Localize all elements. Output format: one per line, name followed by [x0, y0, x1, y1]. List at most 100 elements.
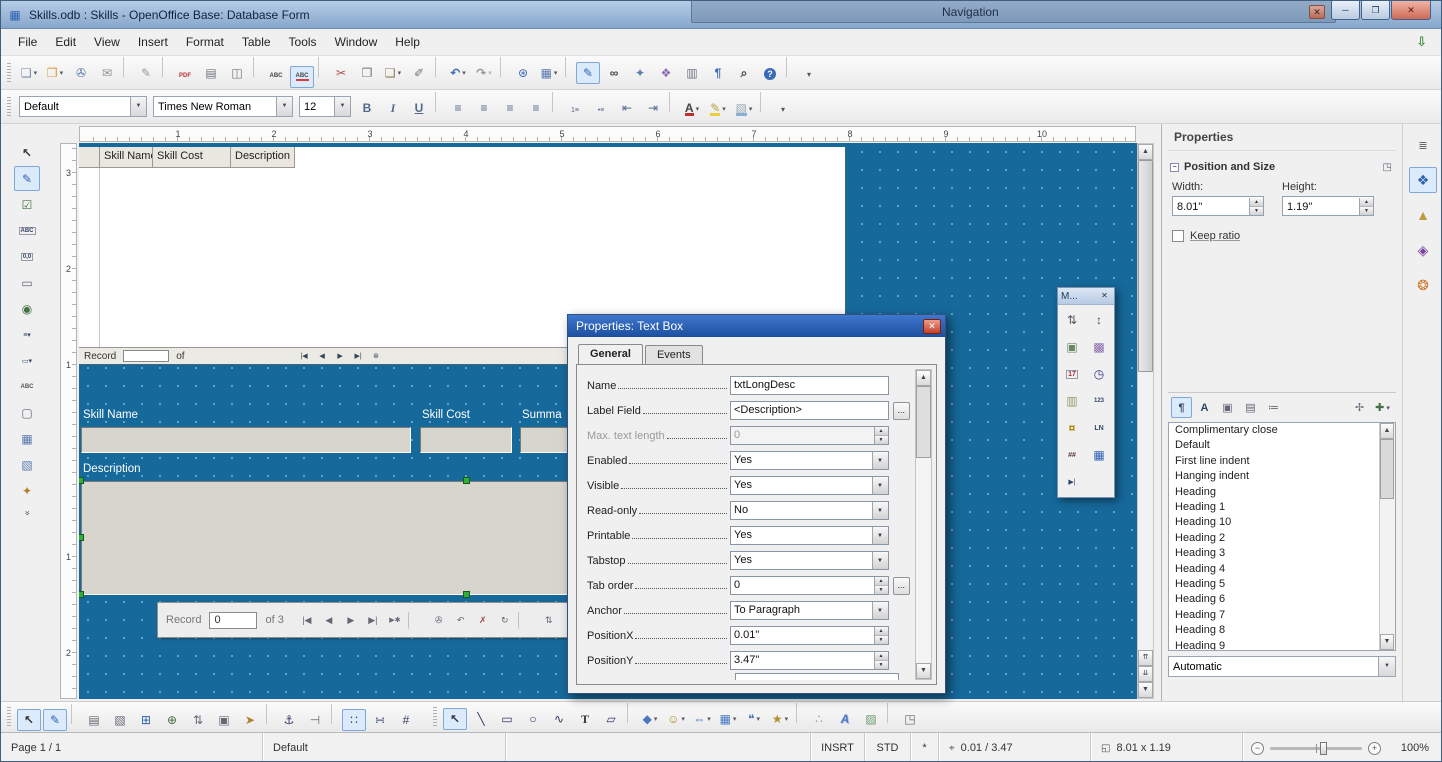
cursor-position-cell[interactable]: ⌖ 0.01 / 3.47 [939, 733, 1091, 762]
callout-icon[interactable]: ▱ [599, 708, 623, 730]
page-styles-icon[interactable]: ▤ [1240, 397, 1261, 418]
points-icon[interactable]: ∴ [807, 708, 831, 730]
style-list-item[interactable]: Heading 9 [1169, 639, 1378, 651]
activation-order-icon[interactable]: ⇅ [186, 709, 210, 731]
vertical-scrollbar[interactable]: ▲ ⇈ ⇊ ▼ [1137, 143, 1154, 699]
new-style-from-selection-icon[interactable]: ✚ [1372, 397, 1393, 418]
delete-record-icon[interactable]: ✗ [474, 612, 492, 629]
increase-indent-icon[interactable]: ⇥ [641, 97, 665, 119]
page-number-cell[interactable]: Page 1 / 1 [1, 733, 263, 762]
select-icon[interactable]: ↖ [443, 708, 467, 730]
edit-file-icon[interactable]: ✎ [134, 62, 158, 84]
dropdown-button[interactable] [872, 552, 888, 569]
file-selection-icon[interactable]: ▥ [1060, 388, 1085, 414]
refresh-icon[interactable]: ↻ [496, 612, 514, 629]
spinner-buttons[interactable] [874, 577, 888, 594]
numeric-field-icon[interactable]: 123 [1087, 388, 1112, 414]
data-sources-icon[interactable]: ▥ [680, 62, 704, 84]
label-field-icon[interactable]: ABC [14, 374, 40, 399]
spinner-buttons[interactable] [874, 427, 888, 444]
keep-ratio-checkbox[interactable] [1172, 230, 1184, 242]
selection-handle[interactable] [79, 591, 84, 598]
property-input[interactable]: Yes [730, 551, 889, 570]
record-number-input[interactable]: 0 [209, 612, 257, 629]
selection-handle[interactable] [79, 477, 84, 484]
styles-list-scrollbar[interactable]: ▲ ▼ [1379, 423, 1395, 650]
new-record-icon[interactable]: ⊛ [369, 349, 384, 363]
image-control-icon[interactable]: ▩ [1087, 334, 1112, 360]
dropdown-button[interactable] [872, 452, 888, 469]
minimize-button[interactable]: ─ [1331, 1, 1360, 20]
next-record-icon[interactable]: ▶ [342, 612, 360, 629]
alignment-icon[interactable]: ⊣ [303, 709, 327, 731]
toolbar-grip[interactable] [7, 97, 11, 117]
combo-box-icon[interactable]: ▭▾ [14, 348, 40, 373]
paragraph-style-combo[interactable]: Default [19, 96, 147, 117]
style-list-item[interactable]: Heading 1 [1169, 500, 1378, 515]
push-button-icon[interactable]: ▭ [14, 270, 40, 295]
align-right-icon[interactable]: ≡ [498, 97, 522, 119]
paragraph-styles-icon[interactable]: ¶ [1171, 397, 1192, 418]
italic-icon[interactable]: I [381, 97, 405, 119]
extrusion-icon[interactable]: ◳ [898, 708, 922, 730]
font-color-icon[interactable]: A [680, 98, 704, 120]
spin-button-icon[interactable]: ⇅ [1060, 307, 1085, 333]
scroll-down-icon[interactable]: ▼ [1380, 634, 1394, 650]
spin-up-icon[interactable] [1360, 198, 1373, 207]
previous-page-icon[interactable]: ⇈ [1138, 650, 1153, 666]
table-icon[interactable]: ▦ [537, 62, 561, 84]
spinner-buttons[interactable] [874, 627, 888, 644]
navigation-window-titlebar[interactable]: Navigation ✕ [691, 1, 1336, 23]
hyperlink-icon[interactable]: ⊛ [511, 62, 535, 84]
dropdown-button[interactable] [872, 502, 888, 519]
spin-up-icon[interactable] [875, 577, 888, 586]
spin-up-icon[interactable] [875, 652, 888, 661]
spin-up-icon[interactable] [875, 627, 888, 636]
form-design-icon[interactable]: ✎ [576, 62, 600, 84]
spin-down-icon[interactable] [875, 636, 888, 644]
toolbar-grip[interactable] [7, 707, 11, 727]
fontwork-icon[interactable]: A [833, 708, 857, 730]
collapse-section-icon[interactable]: − [1170, 163, 1179, 172]
toolbar-options-icon[interactable]: ▾ [797, 64, 821, 86]
cut-icon[interactable]: ✂ [329, 62, 353, 84]
select-icon[interactable]: ↖ [17, 709, 41, 731]
automatic-control-focus-icon[interactable]: ➤ [238, 709, 262, 731]
style-list-item[interactable]: Heading 2 [1169, 531, 1378, 546]
column-header[interactable]: Skill Name [100, 147, 153, 168]
spin-up-icon[interactable] [1250, 198, 1263, 207]
block-arrows-icon[interactable]: ⇔ [690, 708, 714, 730]
zoom-icon[interactable]: ⌕ [732, 63, 756, 85]
nonprinting-characters-icon[interactable]: ¶ [706, 62, 730, 84]
spin-up-icon[interactable] [875, 427, 888, 436]
scroll-down-icon[interactable]: ▼ [916, 663, 931, 679]
close-icon[interactable] [923, 319, 941, 334]
group-box-icon[interactable]: ▢ [14, 400, 40, 425]
object-size-cell[interactable]: ◱ 8.01 x 1.19 [1091, 733, 1243, 762]
spin-down-icon[interactable] [875, 436, 888, 444]
spinner-buttons[interactable] [1359, 198, 1373, 215]
bold-icon[interactable]: B [355, 97, 379, 119]
skill-cost-input[interactable] [420, 427, 512, 453]
last-record-icon[interactable]: ▶| [364, 612, 382, 629]
bullets-icon[interactable]: •≡ [589, 99, 613, 121]
text-icon[interactable]: T [573, 709, 597, 731]
align-center-icon[interactable]: ≡ [472, 97, 496, 119]
style-list-item[interactable]: Hanging indent [1169, 469, 1378, 484]
decrease-indent-icon[interactable]: ⇤ [615, 97, 639, 119]
callouts-icon[interactable]: ❝ [742, 708, 766, 730]
modified-flag-cell[interactable]: * [911, 733, 939, 762]
pattern-field-icon[interactable]: LN [1087, 415, 1112, 441]
paste-icon[interactable]: ❑ [381, 62, 405, 84]
align-justify-icon[interactable]: ≡ [524, 97, 548, 119]
scroll-up-icon[interactable]: ▲ [916, 370, 931, 386]
new-record-icon[interactable]: ▶✱ [386, 612, 404, 629]
spin-down-icon[interactable] [875, 661, 888, 669]
numbering-icon[interactable]: 1≡ [563, 99, 587, 121]
navigation-bar-icon[interactable]: ▶| [1060, 469, 1085, 495]
form-navigator-icon[interactable]: ⊞ [134, 709, 158, 731]
sidebar-menu-icon[interactable]: ≣ [1409, 132, 1437, 158]
style-list-item[interactable]: Complimentary close [1169, 423, 1378, 438]
property-input[interactable]: Yes [730, 476, 889, 495]
basic-shapes-icon[interactable]: ◆ [638, 708, 662, 730]
